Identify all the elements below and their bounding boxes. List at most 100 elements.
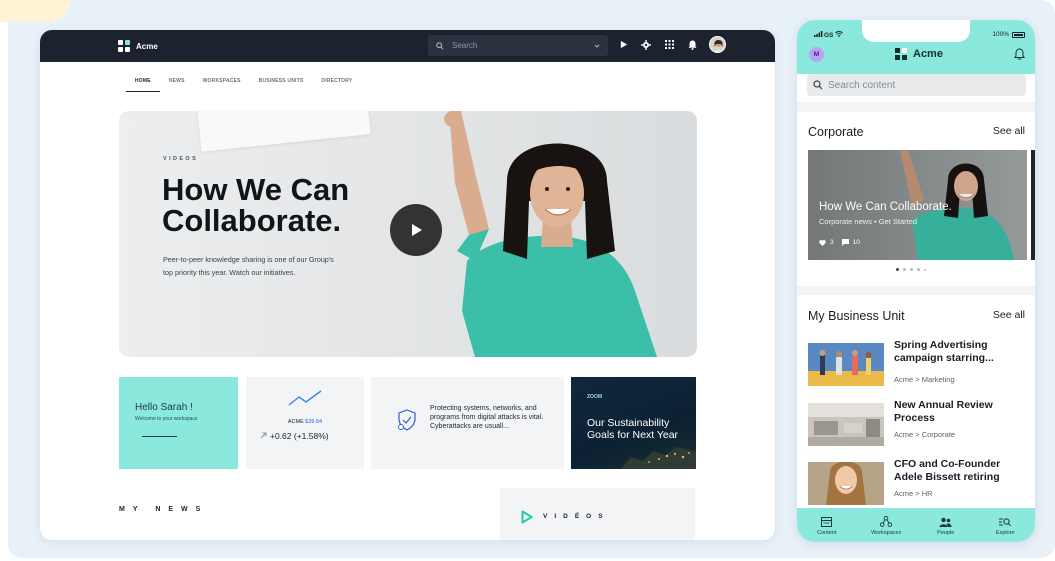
workspaces-icon [880, 516, 893, 527]
likes-count: 3 [830, 239, 834, 246]
divider [142, 436, 177, 437]
search-input[interactable] [452, 41, 572, 50]
carousel-dot[interactable] [896, 268, 899, 271]
next-card-peek[interactable] [1031, 150, 1035, 260]
stock-change: +0.62 (+1.58%) [260, 431, 329, 441]
stock-change-value: +0.62 (+1.58%) [270, 431, 329, 441]
arrow-up-right-icon [260, 432, 267, 439]
mobile-search[interactable] [807, 74, 1026, 96]
brand-logo[interactable]: Acme [118, 40, 158, 52]
stock-ticker: ACME $39.64 [246, 419, 364, 425]
wifi-icon [835, 31, 844, 37]
tab-workspaces[interactable]: Workspaces [861, 516, 911, 536]
welcome-card[interactable]: Hello Sarah ! Welcome to your workspace [119, 377, 238, 469]
videos-heading: VIDÉOS [543, 513, 610, 520]
hero-whiteboard [197, 111, 371, 152]
trend-up-icon [288, 390, 322, 406]
top-bar: Acme [40, 30, 775, 62]
business-unit-see-all-link[interactable]: See all [993, 309, 1025, 321]
content-icon [821, 516, 833, 527]
mobile-brand-name: Acme [913, 48, 943, 60]
bell-icon[interactable] [686, 39, 698, 51]
gear-icon[interactable] [640, 39, 652, 51]
mobile-header: GS 100% M Acme [797, 20, 1035, 74]
hero-description: Peer-to-peer knowledge sharing is one of… [163, 255, 334, 277]
background-accent [0, 0, 70, 22]
comments-count: 10 [852, 239, 860, 246]
corporate-section: Corporate See all How We Can Collaborate… [797, 112, 1035, 286]
explore-icon [999, 517, 1012, 526]
tab-directory[interactable]: DIRECTORY [312, 71, 361, 92]
status-carrier: GS [814, 31, 844, 39]
play-icon[interactable] [617, 39, 629, 51]
play-video-button[interactable] [390, 204, 442, 256]
welcome-title: Hello Sarah ! [135, 402, 193, 413]
tab-label: Content [817, 529, 837, 536]
my-news-heading: MY NEWS [119, 506, 209, 513]
tab-news[interactable]: NEWS [160, 71, 194, 92]
item-path: Acme > HR [894, 489, 933, 498]
tab-business-units[interactable]: BUSINESS UNITS [250, 71, 313, 92]
signal-icon [814, 31, 823, 37]
item-thumbnail [808, 403, 884, 446]
battery-percent: 100% [992, 31, 1009, 38]
list-item[interactable]: New Annual Review Process Acme > Corpora… [808, 399, 1028, 449]
tab-home[interactable]: HOME [126, 71, 160, 92]
welcome-subtitle: Welcome to your workspace [135, 416, 198, 422]
tab-content[interactable]: Content [802, 516, 852, 536]
hero-kicker: VIDEOS [163, 156, 199, 162]
status-battery: 100% [992, 31, 1025, 38]
tab-label: People [937, 529, 955, 536]
search-icon [436, 41, 444, 50]
carousel-dot[interactable] [903, 268, 906, 271]
shield-check-icon [398, 409, 416, 431]
carousel-dot[interactable] [924, 268, 926, 271]
hero-banner[interactable]: VIDEOS How We Can Collaborate. Peer-to-p… [119, 111, 697, 357]
videos-section[interactable]: VIDÉOS [500, 488, 695, 540]
security-text: Protecting systems, networks, and progra… [430, 405, 544, 430]
item-title: Spring Advertising campaign starring... [894, 339, 994, 364]
business-unit-section: My Business Unit See all Spring Advertis… [797, 295, 1035, 515]
tab-label: Explore [995, 529, 1015, 536]
stock-card[interactable]: ACME $39.64 +0.62 (+1.58%) [246, 377, 364, 469]
mobile-search-input[interactable] [828, 79, 1008, 91]
play-icon [412, 224, 422, 236]
tab-people[interactable]: People [921, 517, 971, 536]
tab-workspaces[interactable]: WORKSPACES [194, 71, 250, 92]
search-box[interactable] [428, 35, 608, 56]
item-path: Acme > Corporate [894, 430, 956, 439]
zoom-card[interactable]: ZOOM Our Sustainability Goals for Next Y… [571, 377, 696, 469]
heart-icon [819, 239, 826, 246]
mobile-brand: Acme [895, 48, 943, 60]
acme-logo-icon [118, 40, 130, 52]
grid-icon[interactable] [663, 39, 675, 51]
item-title: New Annual Review Process [894, 399, 993, 424]
mobile-app: GS 100% M Acme Search content Corporate … [797, 20, 1035, 542]
battery-icon [1012, 31, 1025, 38]
corporate-card-title: How We Can Collaborate. [819, 201, 952, 213]
top-bar-actions [617, 36, 726, 53]
user-avatar[interactable] [709, 36, 726, 53]
bell-icon[interactable] [1014, 48, 1025, 60]
chevron-down-icon[interactable] [594, 43, 600, 49]
corporate-card-meta: Corporate news • Get Started [819, 217, 918, 226]
item-thumbnail [808, 343, 884, 386]
carousel-dot[interactable] [910, 268, 913, 271]
security-card[interactable]: Protecting systems, networks, and progra… [371, 377, 564, 469]
search-icon [813, 80, 823, 90]
tab-explore[interactable]: Explore [980, 517, 1030, 536]
tab-label: Workspaces [871, 530, 902, 536]
carousel-dots [896, 268, 926, 271]
acme-logo-icon [895, 48, 907, 60]
corporate-see-all-link[interactable]: See all [993, 125, 1025, 137]
profile-avatar[interactable]: M [809, 47, 824, 62]
carrier-name: GS [824, 32, 834, 39]
item-title: CFO and Co-Founder Adele Bissett retirin… [894, 458, 1001, 483]
carousel-dot[interactable] [917, 268, 920, 271]
hero-title[interactable]: How We Can Collaborate. [162, 174, 382, 236]
play-outline-icon [521, 510, 533, 524]
corporate-card[interactable]: How We Can Collaborate. Corporate news •… [808, 150, 1027, 260]
list-item[interactable]: Spring Advertising campaign starring... … [808, 339, 1028, 389]
brand-name: Acme [136, 41, 158, 51]
list-item[interactable]: CFO and Co-Founder Adele Bissett retirin… [808, 458, 1028, 508]
